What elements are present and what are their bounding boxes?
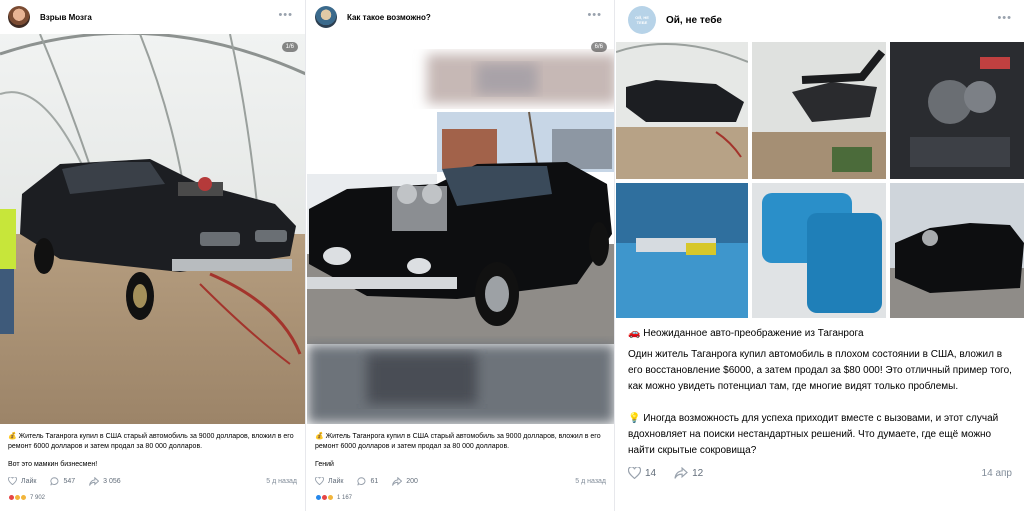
share-icon bbox=[89, 476, 100, 486]
grid-photo-2[interactable] bbox=[752, 42, 886, 179]
more-options-icon[interactable]: ••• bbox=[587, 9, 602, 21]
more-options-icon[interactable]: ••• bbox=[997, 12, 1012, 24]
reactions-count: 7 902 bbox=[30, 494, 46, 501]
post-card-1: Взрыв Мозга ••• 1/6 💰 Житель Таганрога к… bbox=[0, 0, 306, 511]
avatar[interactable] bbox=[315, 6, 337, 28]
group-name[interactable]: Ой, не тебе bbox=[666, 15, 722, 26]
post-header: Как такое возможно? ••• bbox=[307, 0, 614, 34]
post-text: 💰 Житель Таганрога купил в США старый ав… bbox=[315, 433, 601, 450]
engine-thumb bbox=[890, 42, 1024, 179]
grid-photo-5[interactable] bbox=[752, 183, 886, 318]
interior-thumb bbox=[616, 183, 748, 318]
reactions-count: 1 167 bbox=[337, 494, 353, 501]
post-card-2: Как такое возможно? ••• 6/6 💰 Житель Таг… bbox=[307, 0, 615, 511]
reactions-summary[interactable]: 1 167 bbox=[315, 494, 352, 501]
photo-counter: 6/6 bbox=[590, 42, 607, 52]
post-heading: 🚗 Неожиданное авто-преображение из Таган… bbox=[628, 328, 864, 339]
comments-count: 61 bbox=[370, 477, 379, 485]
photo-counter: 1/6 bbox=[281, 42, 298, 52]
share-icon bbox=[392, 476, 403, 486]
reactions-summary[interactable]: 7 902 bbox=[8, 494, 45, 501]
post-card-3: ОЙ, НЕ ТЕБЕ Ой, не тебе ••• 🚗 Неожиданно… bbox=[616, 0, 1024, 511]
share-button[interactable]: 200 bbox=[392, 476, 418, 486]
car-in-tent-thumb bbox=[616, 43, 748, 179]
post-time[interactable]: 14 апр bbox=[982, 468, 1012, 479]
avatar[interactable] bbox=[8, 6, 30, 28]
comment-icon bbox=[50, 476, 59, 486]
like-button[interactable]: Лайк bbox=[8, 477, 36, 485]
car-in-tent-image bbox=[0, 34, 305, 424]
like-label: Лайк bbox=[21, 477, 37, 485]
avatar-text: ОЙ, НЕ ТЕБЕ bbox=[635, 15, 649, 25]
share-button[interactable]: 3 056 bbox=[89, 476, 121, 486]
post-photo[interactable]: 1/6 bbox=[0, 34, 305, 424]
post-comment-text: Вот это мамкин бизнесмен! bbox=[8, 461, 98, 468]
heart-icon bbox=[8, 477, 17, 485]
post-text: 💰 Житель Таганрога купил в США старый ав… bbox=[8, 433, 294, 450]
post-header: Взрыв Мозга ••• bbox=[0, 0, 305, 34]
photo-grid bbox=[616, 40, 1024, 318]
post-paragraph-1: Один житель Таганрога купил автомобиль в… bbox=[628, 349, 1012, 392]
restored-car-thumb bbox=[890, 183, 1024, 318]
like-label: Лайк bbox=[328, 477, 344, 485]
shares-count: 12 bbox=[692, 467, 704, 479]
shares-count: 3 056 bbox=[103, 477, 121, 485]
post-time[interactable]: 5 д назад bbox=[266, 478, 297, 485]
avatar[interactable]: ОЙ, НЕ ТЕБЕ bbox=[628, 6, 656, 34]
like-button[interactable]: Лайк bbox=[315, 477, 343, 485]
post-actions: 14 12 14 апр bbox=[628, 465, 1012, 481]
comments-count: 547 bbox=[63, 477, 76, 485]
share-icon bbox=[674, 467, 689, 479]
post-header: ОЙ, НЕ ТЕБЕ Ой, не тебе ••• bbox=[616, 0, 1024, 40]
group-name[interactable]: Как такое возможно? bbox=[347, 13, 431, 22]
grid-photo-3[interactable] bbox=[890, 42, 1024, 179]
grid-photo-4[interactable] bbox=[616, 183, 748, 318]
like-button[interactable]: 14 bbox=[628, 467, 656, 479]
more-options-icon[interactable]: ••• bbox=[278, 9, 293, 21]
post-actions: Лайк 61 200 5 д назад bbox=[315, 475, 606, 487]
grid-photo-1[interactable] bbox=[616, 42, 748, 179]
post-comment-text: Гений bbox=[315, 461, 334, 468]
post-actions: Лайк 547 3 056 5 д назад bbox=[8, 475, 297, 487]
laugh-reaction-icon bbox=[327, 494, 334, 501]
comment-button[interactable]: 61 bbox=[357, 476, 379, 486]
post-time[interactable]: 5 д назад bbox=[575, 478, 606, 485]
heart-icon bbox=[315, 477, 324, 485]
shares-count: 200 bbox=[406, 477, 418, 485]
grid-photo-6[interactable] bbox=[890, 183, 1024, 318]
post-photo[interactable]: 6/6 bbox=[307, 34, 614, 424]
open-hood-thumb bbox=[752, 49, 886, 179]
comment-button[interactable]: 547 bbox=[50, 476, 76, 486]
seats-thumb bbox=[752, 183, 886, 318]
share-button[interactable]: 12 bbox=[674, 467, 703, 479]
restored-car-image bbox=[307, 54, 614, 424]
love-reaction-icon bbox=[20, 494, 27, 501]
comment-icon bbox=[357, 476, 366, 486]
likes-count: 14 bbox=[645, 467, 657, 479]
post-paragraph-2: 💡 Иногда возможность для успеха приходит… bbox=[628, 413, 999, 456]
group-name[interactable]: Взрыв Мозга bbox=[40, 13, 92, 22]
heart-icon bbox=[628, 467, 641, 479]
